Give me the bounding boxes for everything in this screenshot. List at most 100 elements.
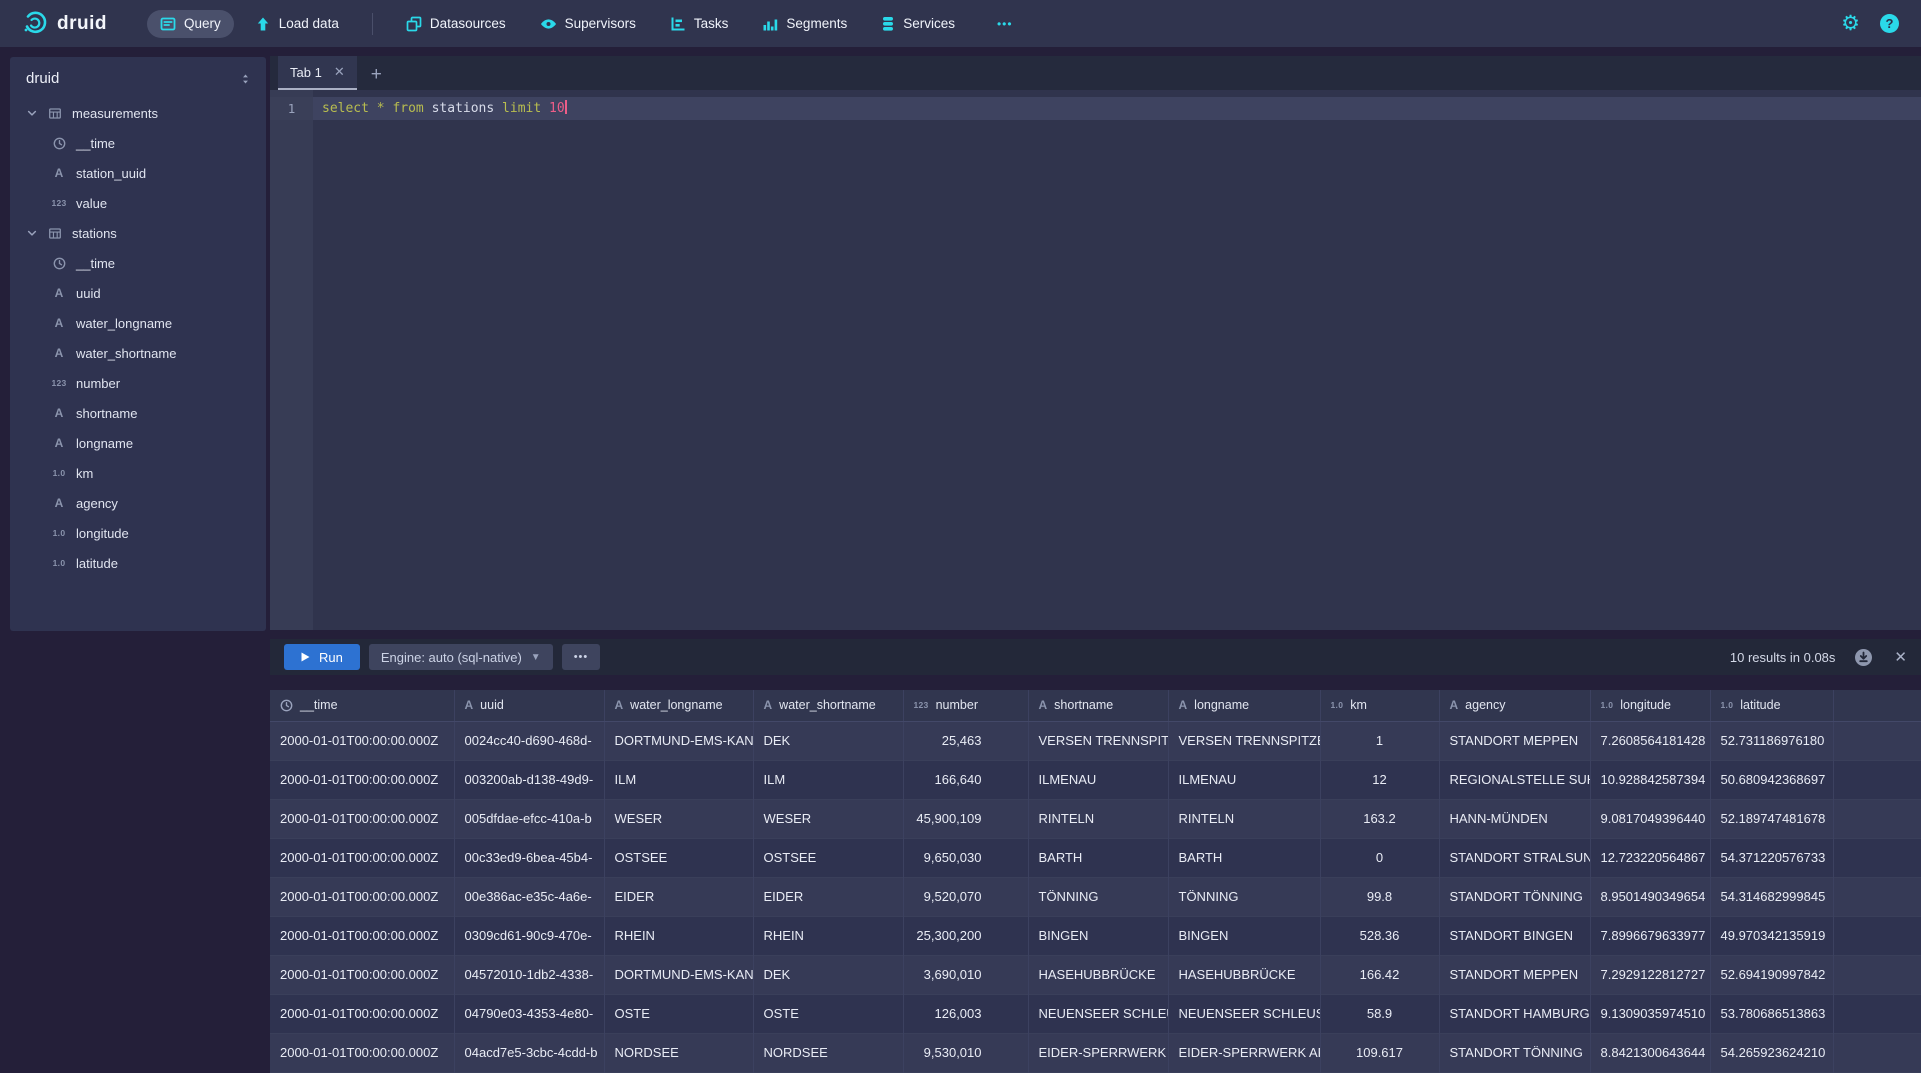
sql-editor[interactable]: 1 select * from stations limit 10 — [270, 90, 1921, 630]
cell-latitude[interactable]: 53.780686513863 — [1710, 994, 1833, 1033]
cell-latitude[interactable]: 49.970342135919 — [1710, 916, 1833, 955]
cell-longname[interactable]: TÖNNING — [1168, 877, 1320, 916]
cell-km[interactable]: 12 — [1320, 760, 1439, 799]
cell-longname[interactable]: VERSEN TRENNSPITZE — [1168, 721, 1320, 760]
chevron-down-icon[interactable] — [26, 107, 38, 119]
cell-water-shortname[interactable]: NORDSEE — [753, 1033, 903, 1072]
tree-item-longname[interactable]: Alongname — [10, 428, 266, 458]
cell-number[interactable]: 166,640 — [903, 760, 1028, 799]
cell-time[interactable]: 2000-01-01T00:00:00.000Z — [270, 721, 454, 760]
tree-item-agency[interactable]: Aagency — [10, 488, 266, 518]
tree-item-km[interactable]: 1.0km — [10, 458, 266, 488]
cell-agency[interactable]: STANDORT TÖNNING — [1439, 1033, 1590, 1072]
cell-time[interactable]: 2000-01-01T00:00:00.000Z — [270, 916, 454, 955]
cell-longname[interactable]: NEUENSEER SCHLEUSE — [1168, 994, 1320, 1033]
cell-agency[interactable]: STANDORT MEPPEN — [1439, 721, 1590, 760]
cell-water-longname[interactable]: DORTMUND-EMS-KANAL — [604, 721, 753, 760]
cell-time[interactable]: 2000-01-01T00:00:00.000Z — [270, 1033, 454, 1072]
cell-shortname[interactable]: RINTELN — [1028, 799, 1168, 838]
cell-uuid[interactable]: 005dfdae-efcc-410a-b — [454, 799, 604, 838]
cell-shortname[interactable]: BINGEN — [1028, 916, 1168, 955]
cell-water-longname[interactable]: ILM — [604, 760, 753, 799]
cell-water-shortname[interactable]: DEK — [753, 721, 903, 760]
cell-shortname[interactable]: NEUENSEER SCHLEUSE — [1028, 994, 1168, 1033]
cell-water-shortname[interactable]: ILM — [753, 760, 903, 799]
column-header-water-longname[interactable]: Awater_longname — [604, 690, 753, 721]
cell-longname[interactable]: EIDER-SPERRWERK AP — [1168, 1033, 1320, 1072]
cell-km[interactable]: 99.8 — [1320, 877, 1439, 916]
cell-shortname[interactable]: VERSEN TRENNSPITZE — [1028, 721, 1168, 760]
cell-time[interactable]: 2000-01-01T00:00:00.000Z — [270, 838, 454, 877]
cell-number[interactable]: 9,520,070 — [903, 877, 1028, 916]
cell-water-longname[interactable]: DORTMUND-EMS-KANAL — [604, 955, 753, 994]
cell-uuid[interactable]: 04790e03-4353-4e80- — [454, 994, 604, 1033]
column-header-latitude[interactable]: 1.0latitude — [1710, 690, 1833, 721]
column-header-time[interactable]: __time — [270, 690, 454, 721]
cell-number[interactable]: 25,463 — [903, 721, 1028, 760]
download-icon[interactable] — [1854, 648, 1873, 667]
nav-item-services[interactable]: Services — [868, 10, 968, 38]
column-header-water-shortname[interactable]: Awater_shortname — [753, 690, 903, 721]
cell-time[interactable]: 2000-01-01T00:00:00.000Z — [270, 760, 454, 799]
cell-km[interactable]: 166.42 — [1320, 955, 1439, 994]
cell-agency[interactable]: HANN-MÜNDEN — [1439, 799, 1590, 838]
cell-latitude[interactable]: 50.680942368697 — [1710, 760, 1833, 799]
cell-km[interactable]: 58.9 — [1320, 994, 1439, 1033]
nav-item-load-data[interactable]: Load data — [242, 10, 352, 38]
cell-latitude[interactable]: 52.189747481678 — [1710, 799, 1833, 838]
cell-longitude[interactable]: 9.0817049396440 — [1590, 799, 1710, 838]
cell-agency[interactable]: STANDORT MEPPEN — [1439, 955, 1590, 994]
cell-agency[interactable]: STANDORT HAMBURG — [1439, 994, 1590, 1033]
cell-time[interactable]: 2000-01-01T00:00:00.000Z — [270, 877, 454, 916]
cell-longname[interactable]: HASEHUBBRÜCKE — [1168, 955, 1320, 994]
nav-item-datasources[interactable]: Datasources — [393, 10, 519, 38]
cell-latitude[interactable]: 54.314682999845 — [1710, 877, 1833, 916]
cell-longname[interactable]: ILMENAU — [1168, 760, 1320, 799]
cell-latitude[interactable]: 52.694190997842 — [1710, 955, 1833, 994]
cell-number[interactable]: 126,003 — [903, 994, 1028, 1033]
cell-latitude[interactable]: 52.731186976180 — [1710, 721, 1833, 760]
cell-longname[interactable]: BARTH — [1168, 838, 1320, 877]
tree-item-time[interactable]: __time — [10, 128, 266, 158]
cell-uuid[interactable]: 00c33ed9-6bea-45b4- — [454, 838, 604, 877]
column-header-uuid[interactable]: Auuid — [454, 690, 604, 721]
cell-water-shortname[interactable]: OSTSEE — [753, 838, 903, 877]
tree-item-water-longname[interactable]: Awater_longname — [10, 308, 266, 338]
cell-time[interactable]: 2000-01-01T00:00:00.000Z — [270, 955, 454, 994]
column-header-shortname[interactable]: Ashortname — [1028, 690, 1168, 721]
tree-item-uuid[interactable]: Auuid — [10, 278, 266, 308]
cell-uuid[interactable]: 00e386ac-e35c-4a6e- — [454, 877, 604, 916]
cell-uuid[interactable]: 0024cc40-d690-468d- — [454, 721, 604, 760]
cell-water-longname[interactable]: WESER — [604, 799, 753, 838]
column-header-km[interactable]: 1.0km — [1320, 690, 1439, 721]
sql-code-line[interactable]: select * from stations limit 10 — [313, 97, 1921, 120]
settings-gear-icon[interactable]: ⚙ — [1841, 13, 1860, 34]
cell-uuid[interactable]: 0309cd61-90c9-470e- — [454, 916, 604, 955]
cell-water-shortname[interactable]: DEK — [753, 955, 903, 994]
nav-item-tasks[interactable]: Tasks — [657, 10, 742, 38]
cell-km[interactable]: 163.2 — [1320, 799, 1439, 838]
cell-uuid[interactable]: 04572010-1db2-4338- — [454, 955, 604, 994]
tab-close-icon[interactable]: ✕ — [334, 64, 345, 80]
tree-item-shortname[interactable]: Ashortname — [10, 398, 266, 428]
cell-agency[interactable]: STANDORT BINGEN — [1439, 916, 1590, 955]
cell-agency[interactable]: REGIONALSTELLE SUHL — [1439, 760, 1590, 799]
column-header-longitude[interactable]: 1.0longitude — [1590, 690, 1710, 721]
cell-water-longname[interactable]: EIDER — [604, 877, 753, 916]
query-more-button[interactable]: ••• — [562, 644, 601, 670]
cell-water-shortname[interactable]: OSTE — [753, 994, 903, 1033]
sort-icon[interactable] — [239, 72, 252, 86]
cell-time[interactable]: 2000-01-01T00:00:00.000Z — [270, 994, 454, 1033]
cell-longitude[interactable]: 7.2608564181428 — [1590, 721, 1710, 760]
cell-km[interactable]: 1 — [1320, 721, 1439, 760]
nav-item-supervisors[interactable]: Supervisors — [527, 10, 649, 38]
cell-number[interactable]: 3,690,010 — [903, 955, 1028, 994]
help-icon[interactable]: ? — [1880, 14, 1899, 33]
tree-item-latitude[interactable]: 1.0latitude — [10, 548, 266, 578]
cell-latitude[interactable]: 54.265923624210 — [1710, 1033, 1833, 1072]
cell-longitude[interactable]: 8.8421300643644 — [1590, 1033, 1710, 1072]
cell-number[interactable]: 9,530,010 — [903, 1033, 1028, 1072]
tab-tab1[interactable]: Tab 1 ✕ — [278, 56, 357, 90]
nav-item-query[interactable]: Query — [147, 10, 234, 38]
cell-shortname[interactable]: HASEHUBBRÜCKE — [1028, 955, 1168, 994]
